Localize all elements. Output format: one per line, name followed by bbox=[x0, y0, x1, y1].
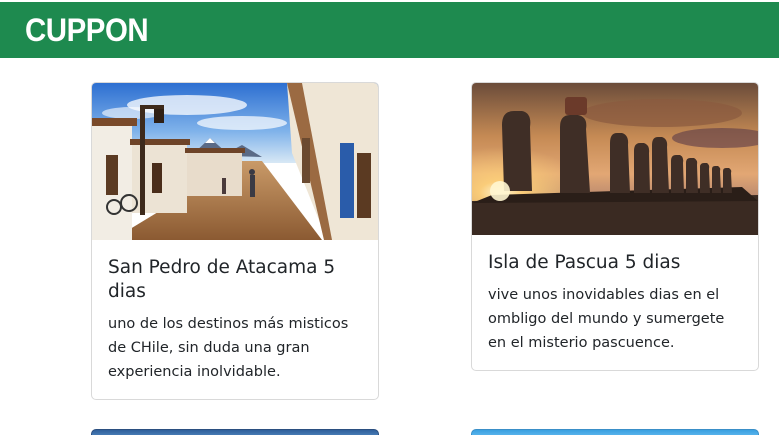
brand-logo-text[interactable]: CUPPON bbox=[25, 11, 149, 49]
card-description: uno de los destinos más misticos de CHil… bbox=[108, 316, 349, 380]
tour-card-atacama[interactable]: San Pedro de Atacama 5 dias uno de los d… bbox=[91, 82, 379, 400]
atacama-street-photo[interactable] bbox=[92, 83, 378, 240]
top-navbar: CUPPON bbox=[0, 2, 779, 58]
card-description: vive unos inovidables dias en el ombligo… bbox=[488, 287, 725, 351]
card-image-partial[interactable] bbox=[471, 429, 759, 435]
card-title: San Pedro de Atacama 5 dias bbox=[108, 257, 336, 302]
tour-card-isla-de-pascua[interactable]: Isla de Pascua 5 dias vive unos inovidab… bbox=[471, 82, 759, 371]
card-title: Isla de Pascua 5 dias bbox=[488, 252, 681, 273]
easter-island-moai-photo[interactable] bbox=[472, 83, 758, 235]
card-image-partial[interactable] bbox=[91, 429, 379, 435]
